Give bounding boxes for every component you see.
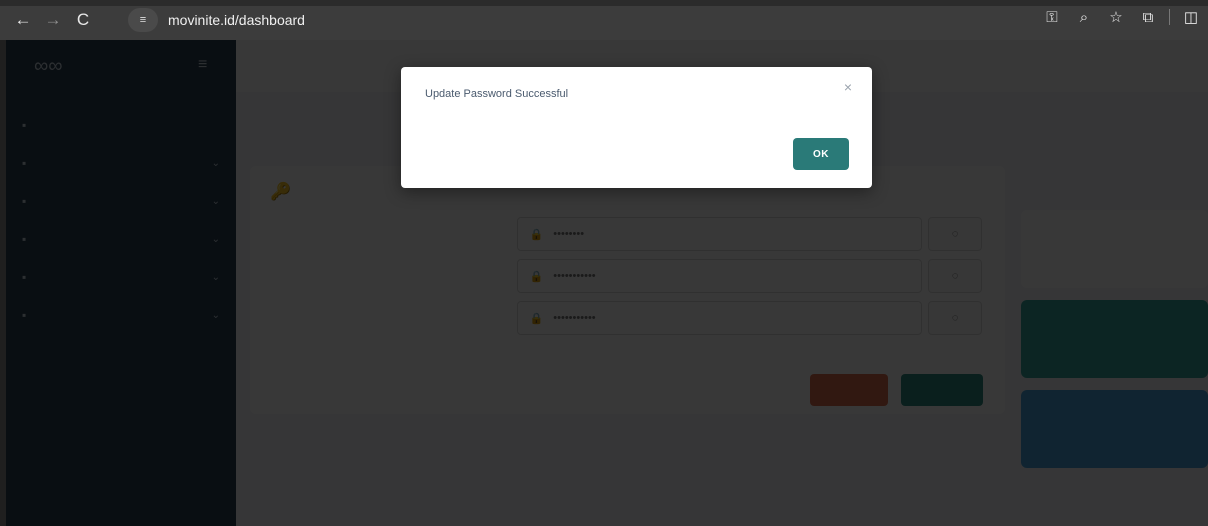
key-icon[interactable]: ⚿: [1041, 9, 1063, 26]
browser-toolbar: ← → C ≡ movinite.id/dashboard ⚿ ⌕ ☆ ⧉ ◫: [0, 0, 1208, 40]
success-dialog: Update Password Successful × OK: [401, 67, 872, 188]
toolbar-separator: [1169, 9, 1170, 25]
close-icon[interactable]: ×: [844, 79, 852, 95]
extensions-icon[interactable]: ⧉: [1137, 9, 1159, 26]
reload-icon[interactable]: C: [68, 5, 98, 35]
site-info-icon[interactable]: ≡: [128, 8, 158, 32]
tab-strip: [0, 0, 1208, 6]
forward-icon[interactable]: →: [38, 5, 68, 35]
side-panel-icon[interactable]: ◫: [1180, 8, 1202, 26]
dialog-message: Update Password Successful: [425, 88, 569, 100]
ok-button[interactable]: OK: [793, 138, 849, 170]
browser-actions: ⚿ ⌕ ☆ ⧉ ◫: [1041, 8, 1202, 27]
zoom-icon[interactable]: ⌕: [1073, 9, 1095, 26]
bookmark-star-icon[interactable]: ☆: [1105, 8, 1127, 26]
back-icon[interactable]: ←: [8, 5, 38, 35]
url-text[interactable]: movinite.id/dashboard: [168, 12, 305, 28]
